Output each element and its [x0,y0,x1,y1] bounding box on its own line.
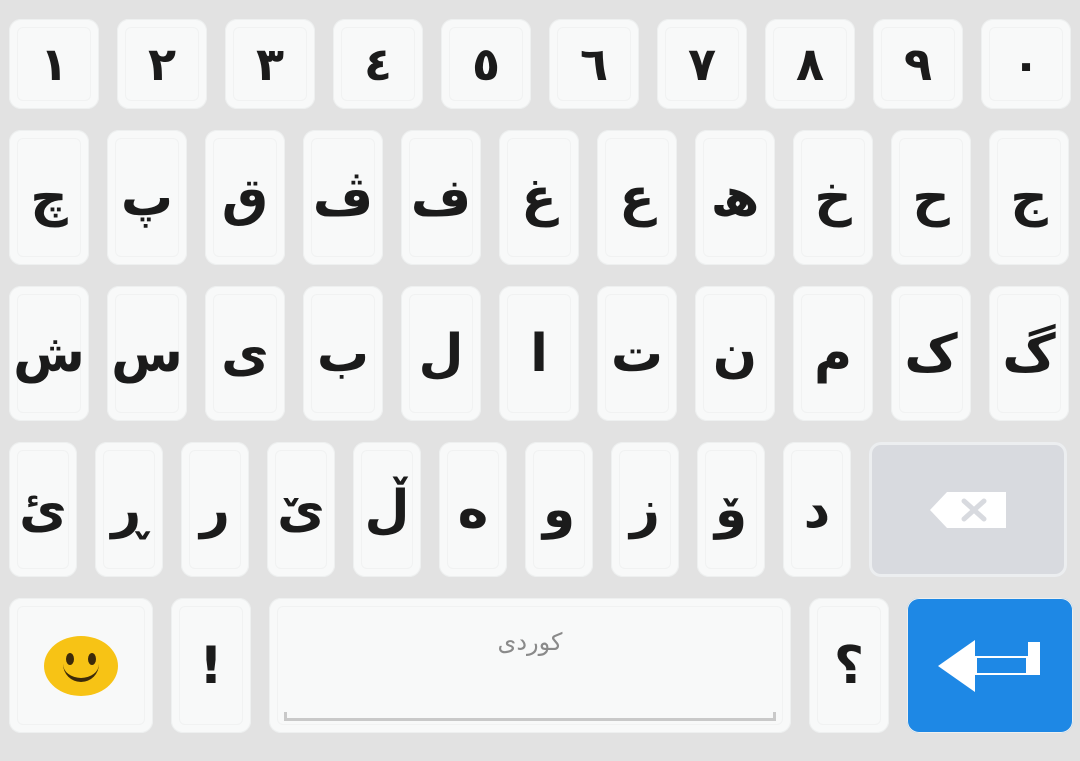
key-label: ع [619,167,655,228]
key-label: پ [120,167,174,228]
key-label: ؟ [833,635,865,696]
enter-arrow-icon [938,639,1040,692]
key-label: ی [221,323,269,384]
key-label: خ [814,167,852,228]
delete-key[interactable] [869,442,1067,577]
key-label: گ [1002,323,1056,384]
enter-key[interactable] [907,598,1073,733]
key-label: ڵ [364,479,410,540]
key-label: ٠ [1011,37,1041,91]
key-6[interactable]: ٦ [549,19,639,109]
key-label: ٣ [255,37,285,91]
key-label: ڤ [312,167,374,228]
key-label: ز [630,479,660,540]
key-label: ٥ [471,37,501,91]
key-letter[interactable]: ک [891,286,971,421]
key-letter[interactable]: ش [9,286,89,421]
key-letter[interactable]: ا [499,286,579,421]
key-letter[interactable]: س [107,286,187,421]
key-label: ٦ [579,37,609,91]
smiley-emoji-icon [44,635,118,696]
key-0[interactable]: ٠ [981,19,1071,109]
key-label: ە [457,479,489,540]
key-label: ل [418,323,464,384]
key-letter[interactable]: ڤ [303,130,383,265]
emoji-key[interactable] [9,598,153,733]
key-label: ک [904,323,958,384]
key-label: ١ [39,37,69,91]
key-letter[interactable]: ع [597,130,677,265]
space-key[interactable]: كوردی [269,598,791,733]
key-label: ٤ [363,37,393,91]
key-letter[interactable]: ل [401,286,481,421]
key-letter[interactable]: ح [891,130,971,265]
key-letter[interactable]: غ [499,130,579,265]
key-8[interactable]: ٨ [765,19,855,109]
key-letter[interactable]: خ [793,130,873,265]
key-label: ٨ [795,37,825,91]
exclamation-key[interactable]: ! [171,598,251,733]
language-label: كوردی [497,628,563,656]
key-label: ت [610,323,664,384]
key-letter[interactable]: م [793,286,873,421]
key-label: ھ [710,167,760,228]
key-5[interactable]: ٥ [441,19,531,109]
key-letter[interactable]: ی [205,286,285,421]
key-label: چ [30,167,68,228]
key-letter[interactable]: ھ [695,130,775,265]
key-label: س [111,323,183,384]
backspace-icon [930,491,1006,528]
key-3[interactable]: ٣ [225,19,315,109]
key-letter[interactable]: گ [989,286,1069,421]
key-label: ا [530,323,548,384]
key-label: ئ [19,479,67,540]
key-7[interactable]: ٧ [657,19,747,109]
key-label: ح [912,167,950,228]
key-label: ق [221,167,269,228]
key-4[interactable]: ٤ [333,19,423,109]
key-1[interactable]: ١ [9,19,99,109]
key-2[interactable]: ٢ [117,19,207,109]
key-letter[interactable]: ئ [9,442,77,577]
key-label: ن [712,323,758,384]
key-letter[interactable]: ج [989,130,1069,265]
key-label: ێ [277,479,325,540]
key-label: ! [199,635,223,696]
key-letter[interactable]: ر [181,442,249,577]
key-label: ۆ [714,479,748,540]
key-letter[interactable]: ف [401,130,481,265]
key-label: ٩ [903,37,933,91]
key-letter[interactable]: د [783,442,851,577]
key-letter[interactable]: ڕ [95,442,163,577]
key-label: ر [200,479,230,540]
key-letter[interactable]: پ [107,130,187,265]
key-label: ڕ [111,479,147,540]
key-label: ف [410,167,472,228]
key-label: ٧ [687,37,717,91]
key-letter[interactable]: ۆ [697,442,765,577]
key-label: ٢ [147,37,177,91]
key-letter[interactable]: ز [611,442,679,577]
key-letter[interactable]: ێ [267,442,335,577]
key-label: ب [316,323,370,384]
key-letter[interactable]: چ [9,130,89,265]
key-label: د [803,479,831,540]
key-letter[interactable]: ن [695,286,775,421]
key-9[interactable]: ٩ [873,19,963,109]
space-bar-indicator [284,712,776,721]
key-letter[interactable]: ت [597,286,677,421]
key-label: ج [1010,167,1048,228]
key-letter[interactable]: ە [439,442,507,577]
key-label: غ [521,167,557,228]
key-letter[interactable]: ق [205,130,285,265]
key-label: م [813,323,853,384]
key-label: ش [13,323,85,384]
key-letter[interactable]: ڵ [353,442,421,577]
key-letter[interactable]: و [525,442,593,577]
key-label: و [542,479,576,540]
question-key[interactable]: ؟ [809,598,889,733]
key-letter[interactable]: ب [303,286,383,421]
